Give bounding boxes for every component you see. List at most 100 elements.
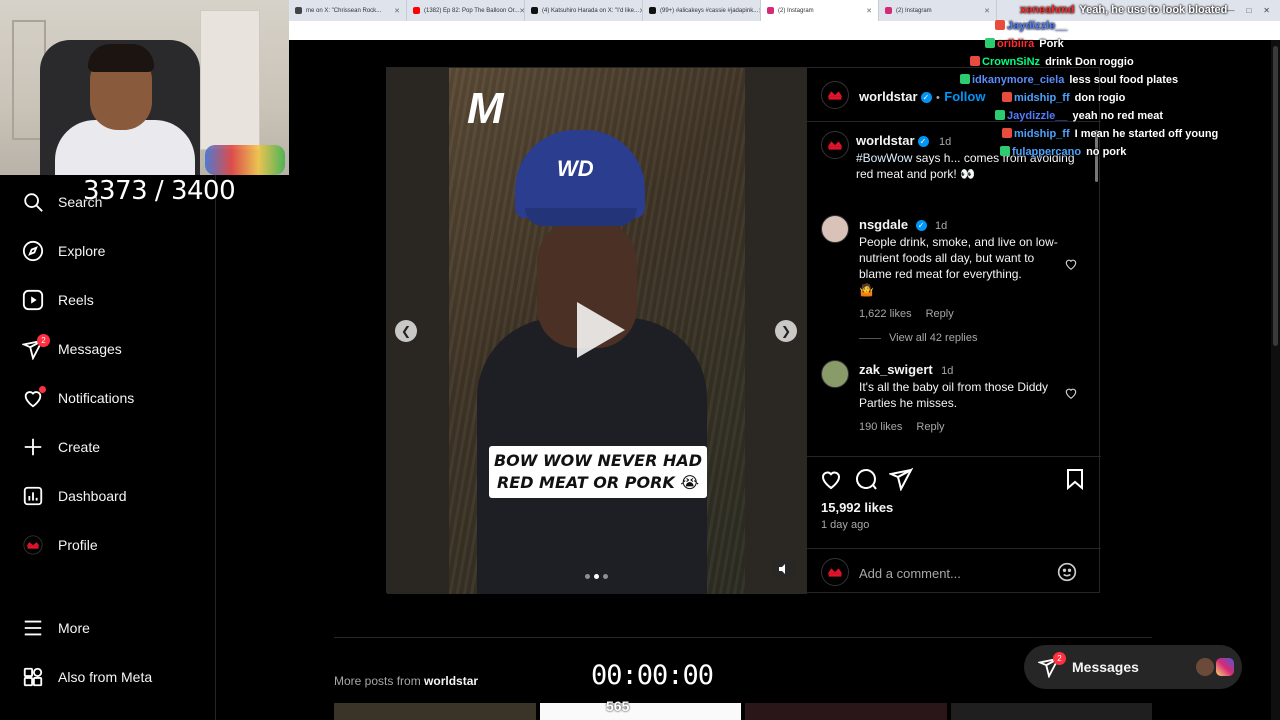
sidebar-item-label: Explore [58,243,106,259]
messages-floating-button[interactable]: 2 Messages [1024,645,1242,689]
post-thumbnail[interactable] [745,703,947,720]
comment-time: 1d [935,220,948,232]
sidebar-item-profile[interactable]: Profile [22,530,98,560]
tab-favicon-icon [413,7,420,14]
chat-message: Yeah, he use to look bloated [1079,4,1228,16]
verified-icon: ✓ [917,136,929,147]
prev-arrow-icon[interactable]: ❮ [395,320,417,342]
tab-close-icon[interactable]: ✕ [866,7,872,15]
chat-username: midship_ff [1014,128,1070,140]
caption-avatar[interactable] [821,131,849,159]
chat-message: yeah no red meat [1072,110,1164,122]
author-avatar[interactable] [821,81,849,109]
post-thumbnail[interactable] [950,703,1152,720]
sidebar-item-create[interactable]: Create [22,432,100,462]
share-icon[interactable] [889,467,913,491]
more-posts-user[interactable]: worldstar [424,674,478,688]
comment-avatar[interactable] [821,360,849,388]
webcam-door [200,10,260,150]
chat-username: midship_ff [1014,92,1070,104]
browser-tab[interactable]: (2) Instagram ✕ [761,0,879,21]
post-video[interactable]: WD M BOW WOW NEVER HAD RED MEAT OR PORK … [387,68,807,594]
dashboard-icon [22,485,44,507]
chat-username: fulappercano [1012,146,1082,158]
comment-emoji: 🤷 [859,283,874,297]
sidebar-item-notifications[interactable]: Notifications [22,383,134,413]
caption-hashtag[interactable]: #BowWow [856,151,912,165]
more-posts-heading: More posts from worldstar [334,674,478,688]
sidebar-item-label: Profile [58,537,98,553]
caption-username[interactable]: worldstar [856,133,915,148]
play-icon[interactable] [573,300,627,360]
section-divider [334,637,1152,638]
verified-icon: ✓ [920,92,932,103]
sidebar-item-explore[interactable]: Explore [22,236,105,266]
comment-username[interactable]: nsgdale [859,217,908,232]
webcam-overlay [0,0,289,175]
browser-tab[interactable]: me on X: "Chrissean Rock... ✕ [289,0,407,21]
tab-label: (1382) Ep 82: Pop The Balloon Or... [424,7,520,14]
carousel-dot-active [594,574,599,579]
messenger-icon: 2 [1036,652,1066,679]
comment-like-icon[interactable] [1064,257,1078,271]
tab-favicon-icon [649,7,656,14]
reels-icon [22,289,44,311]
heart-icon [22,386,46,409]
chat-line: CrownSiNz drink Don roggio [970,56,1134,68]
comment-avatar[interactable] [821,215,849,243]
browser-tab[interactable]: (4) Katsuhiro Harada on X: "I'd like...✕ [525,0,643,21]
recent-chat-avatars [1196,658,1234,676]
likes-count[interactable]: 15,992 likes [821,500,893,515]
compass-icon [22,240,44,262]
page-scrollbar[interactable] [1271,40,1280,720]
chat-badge-icon [995,110,1005,120]
messages-label: Messages [1072,659,1139,675]
chat-line: oribiira Pork [985,38,1064,50]
sidebar-item-more[interactable]: More [22,613,90,643]
emoji-icon[interactable] [1057,562,1077,582]
like-icon[interactable] [819,467,843,491]
view-replies-button[interactable]: View all 42 replies [859,332,977,344]
sidebar-item-label: Reels [58,292,94,308]
chat-line: midship_ff I mean he started off young [1002,128,1218,140]
save-icon[interactable] [1063,467,1087,491]
post-thumbnail[interactable] [334,703,536,720]
carousel-dots [585,574,608,579]
tab-close-icon[interactable]: ✕ [394,7,400,15]
reply-button[interactable]: Reply [926,308,954,320]
comment-item: nsgdale ✓ 1d People drink, smoke, and li… [859,216,1069,322]
page-scrollbar-thumb[interactable] [1273,46,1278,346]
add-comment-input[interactable] [859,563,1049,583]
chat-line: midship_ff don rogio [1002,92,1125,104]
comment-like-icon[interactable] [1064,386,1078,400]
post-thumbnail[interactable] [539,703,741,720]
video-caption-box: BOW WOW NEVER HAD RED MEAT OR PORK 😭 [489,446,707,498]
author-username[interactable]: worldstar [859,89,918,104]
tab-label: me on X: "Chrissean Rock... [306,7,382,14]
comment-likes[interactable]: 1,622 likes [859,308,912,320]
browser-tab[interactable]: (99+) #alicakeys #cassie #jadapink...✕ [643,0,761,21]
comment-username[interactable]: zak_swigert [859,362,933,377]
tab-label: (2) Instagram [896,7,932,14]
comment-likes[interactable]: 190 likes [859,421,902,433]
viewer-avatar [821,558,849,586]
sidebar-item-messages[interactable]: 2 Messages [22,334,122,364]
comment-icon[interactable] [854,467,878,491]
volume-icon[interactable] [773,558,795,580]
browser-tab[interactable]: (1382) Ep 82: Pop The Balloon Or... ✕ [407,0,525,21]
post-timestamp: 1 day ago [821,519,870,531]
chat-line: Jaydizzle__ yeah no red meat [995,110,1163,122]
video-subject-cap-brim [525,208,637,226]
reply-button[interactable]: Reply [916,421,944,433]
sidebar-item-also-from-meta[interactable]: Also from Meta [22,662,152,692]
next-arrow-icon[interactable]: ❯ [775,320,797,342]
chat-message: drink Don roggio [1045,56,1134,68]
sidebar-item-reels[interactable]: Reels [22,285,94,315]
stream-goal-counter: 3373 / 3400 [83,176,236,206]
messages-badge: 2 [1053,652,1066,665]
instagram-icon [1216,658,1234,676]
search-icon [22,191,44,213]
sidebar-item-label: Messages [58,341,122,357]
sidebar-item-dashboard[interactable]: Dashboard [22,481,127,511]
more-posts-grid [334,703,1152,720]
